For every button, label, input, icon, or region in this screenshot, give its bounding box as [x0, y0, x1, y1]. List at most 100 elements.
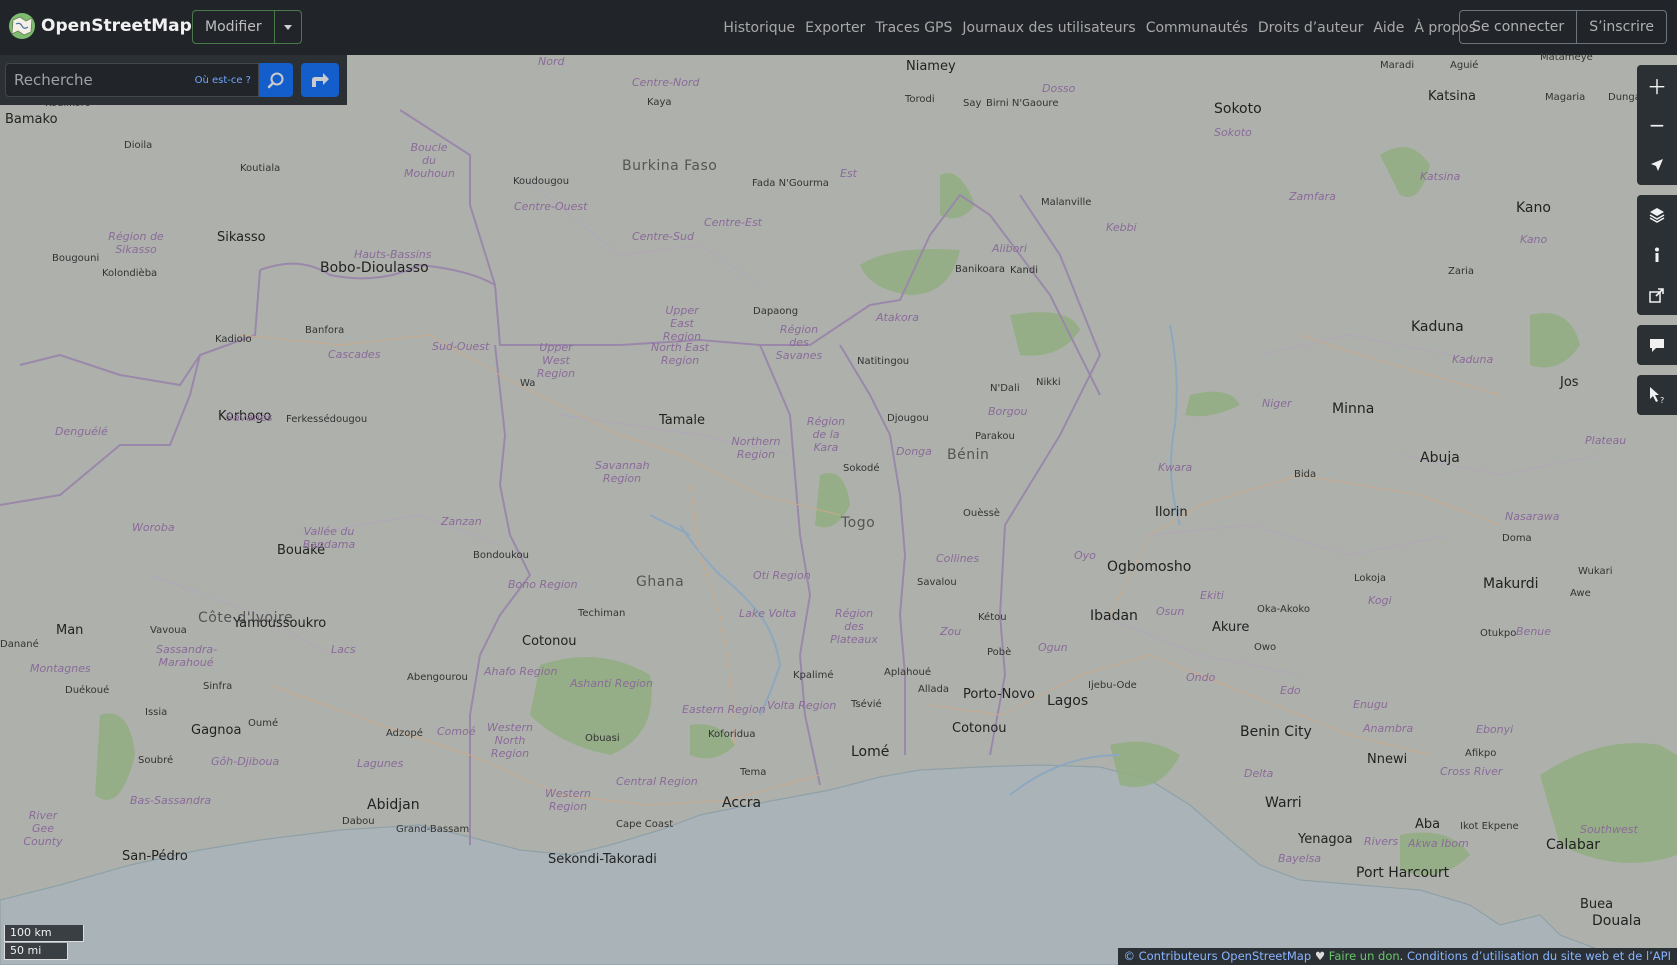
donate-link[interactable]: Faire un don [1329, 949, 1400, 963]
label-region: Volta Region [767, 699, 837, 712]
label-region: Woroba [132, 521, 175, 534]
map-controls-note [1637, 325, 1677, 365]
label-town: Savalou [917, 577, 957, 588]
map-canvas[interactable]: Burkina Faso Ghana Togo Bénin Côte d'Ivo… [0, 52, 1677, 965]
label-town: Oka-Akoko [1257, 604, 1310, 615]
map-controls-query: ? [1637, 375, 1677, 415]
label-town: Bougouni [52, 253, 100, 264]
label-town: Koudougou [513, 176, 570, 187]
label-town: Sinfra [203, 681, 233, 692]
label-region: Ashanti Region [570, 677, 653, 690]
label-town: Parakou [975, 431, 1015, 442]
label-region: Sud-Ouest [432, 340, 490, 353]
label-town: Aplahoué [884, 667, 932, 678]
note-icon[interactable] [1637, 325, 1677, 365]
terms-link[interactable]: Conditions d’utilisation du site web et … [1407, 949, 1671, 963]
nav-history[interactable]: Historique [723, 20, 795, 36]
label-region: Centre-Ouest [514, 200, 588, 213]
info-icon[interactable] [1637, 235, 1677, 275]
attribution-copyright[interactable]: © Contributeurs OpenStreetMap [1123, 949, 1311, 963]
label-region: Kebbi [1106, 221, 1137, 234]
label-region: Anambra [1363, 722, 1414, 735]
brand-name: OpenStreetMap [41, 16, 192, 36]
query-icon[interactable]: ? [1637, 375, 1677, 415]
where-is-this-link[interactable]: Où est-ce ? [195, 75, 251, 86]
label-region: Comoé [437, 725, 476, 738]
label-region: Dosso [1042, 82, 1076, 95]
nav-export[interactable]: Exporter [805, 20, 865, 36]
label-city: Yamoussoukro [233, 616, 327, 631]
label-town: Oumé [248, 718, 279, 729]
label-city: Makurdi [1483, 576, 1539, 592]
label-region: Nasarawa [1505, 510, 1560, 523]
label-city: Bobo-Dioulasso [320, 260, 429, 276]
signup-button[interactable]: S’inscrire [1576, 11, 1666, 43]
label-region: Région de Sikasso [108, 230, 164, 256]
label-town: Kétou [978, 612, 1007, 623]
label-city: Ilorin [1155, 505, 1188, 520]
label-town: Bida [1294, 469, 1317, 480]
label-town: Danané [0, 639, 39, 650]
label-city: Akure [1212, 620, 1250, 635]
label-town: Say [963, 98, 982, 109]
zoom-in-icon[interactable]: ＋ [1637, 65, 1677, 105]
label-town: Ikot Ekpene [1460, 821, 1519, 832]
label-country: Togo [841, 515, 876, 531]
label-region: Vallée du Bandama [302, 525, 356, 551]
label-town: Kadiolo [215, 334, 252, 345]
attribution-separator: . [1399, 949, 1407, 963]
label-town: Awe [1570, 588, 1591, 599]
edit-dropdown-toggle[interactable] [273, 11, 301, 43]
label-town: Torodi [905, 94, 935, 105]
label-city: Niamey [906, 59, 956, 74]
layers-icon[interactable] [1637, 195, 1677, 235]
label-town: Nikki [1036, 377, 1061, 388]
label-city: Jos [1560, 375, 1579, 390]
label-region: Cascades [328, 348, 381, 361]
search-input[interactable]: Recherche Où est-ce ? [5, 63, 259, 97]
label-city: Abuja [1420, 450, 1460, 466]
login-button[interactable]: Se connecter [1460, 11, 1576, 43]
label-region: Ogun [1038, 641, 1068, 654]
label-town: Kaya [647, 97, 672, 108]
label-region: Collines [936, 552, 980, 565]
label-city: Cotonou [522, 634, 577, 649]
scale-metric: 100 km [4, 925, 84, 942]
label-region: Ahafo Region [484, 665, 558, 678]
edit-button[interactable]: Modifier [193, 11, 274, 43]
label-region: Bono Region [508, 578, 578, 591]
label-region: Montagnes [30, 662, 91, 675]
nav-communities[interactable]: Communautés [1146, 20, 1248, 36]
label-city: Buea [1580, 897, 1614, 912]
nav-copyright[interactable]: Droits d’auteur [1258, 20, 1363, 36]
label-region: Niger [1262, 397, 1292, 410]
label-region: Gôh-Djiboua [211, 755, 280, 768]
label-town: Koutiala [240, 163, 281, 174]
label-town: Dioila [124, 140, 153, 151]
nav-help[interactable]: Aide [1373, 20, 1404, 36]
brand-logo[interactable]: OpenStreetMap [8, 12, 192, 40]
label-region: River Gee County [23, 809, 63, 848]
label-region: Denguélé [55, 425, 108, 438]
label-town: Grand-Bassam [396, 824, 470, 835]
label-region: Kwara [1158, 461, 1193, 474]
label-city: Sekondi-Takoradi [548, 852, 657, 867]
label-town: Lokoja [1354, 573, 1386, 584]
nav-gps-traces[interactable]: Traces GPS [875, 20, 952, 36]
share-icon[interactable] [1637, 275, 1677, 315]
label-city: Bamako [5, 112, 58, 127]
label-city: Accra [722, 795, 762, 811]
locate-icon[interactable] [1637, 145, 1677, 185]
label-region: Northern Region [731, 435, 781, 461]
label-region: Ekiti [1200, 589, 1224, 602]
zoom-out-icon[interactable]: − [1637, 105, 1677, 145]
nav-user-diaries[interactable]: Journaux des utilisateurs [962, 20, 1135, 36]
label-region: Zanzan [441, 515, 482, 528]
label-region: Boucle du Mouhoun [404, 141, 455, 180]
directions-button[interactable] [301, 63, 339, 97]
search-button[interactable] [259, 63, 293, 97]
label-town: Afikpo [1465, 748, 1497, 759]
map-controls-panels [1637, 195, 1677, 315]
label-region: Lacs [331, 643, 356, 656]
label-town: Doma [1502, 533, 1532, 544]
